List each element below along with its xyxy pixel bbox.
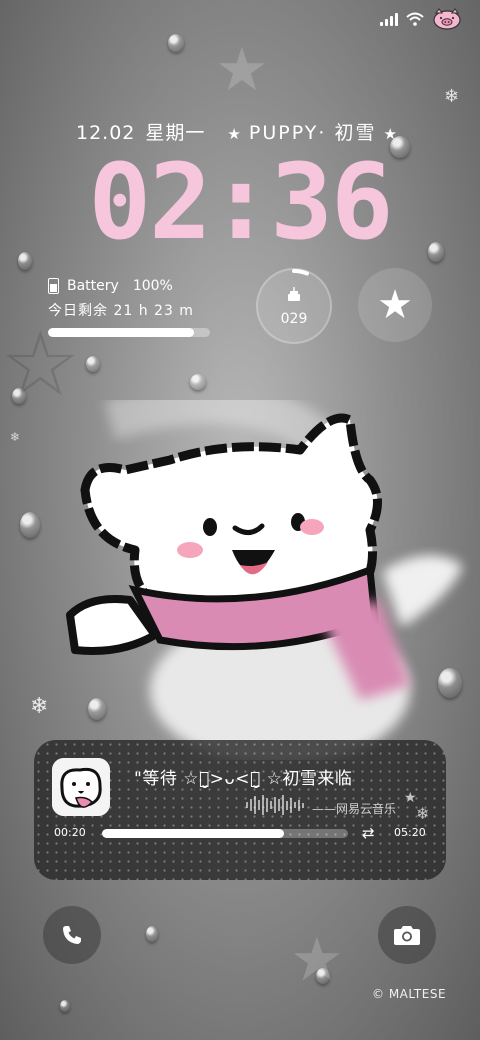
raindrop (190, 374, 206, 390)
battery-percent: 100% (132, 278, 173, 294)
raindrop (86, 356, 100, 372)
battery-progress-bar (48, 328, 210, 337)
snowflake-icon: ❄ (30, 694, 49, 719)
raindrop (12, 388, 26, 404)
album-cover[interactable] (52, 758, 110, 816)
raindrop (316, 968, 330, 984)
favorite-button[interactable]: ★ (358, 268, 432, 342)
song-title: "等待 ☆ꪔ̤̮>ᴗ<ꪔ̤̮ ☆初雪来临 (134, 769, 353, 789)
time-remaining: 今日剩余 21 h 23 m (48, 303, 194, 319)
raindrop (146, 926, 158, 942)
pig-avatar-icon (433, 8, 461, 30)
background-star-decoration: ★ (215, 35, 269, 105)
raindrop (20, 512, 40, 538)
watermark-text: © MALTESE (372, 987, 447, 1001)
signal-icon (380, 12, 398, 26)
camera-icon (394, 926, 420, 945)
status-bar (380, 8, 462, 30)
day-counter-widget[interactable]: 029 (256, 268, 332, 344)
phone-button[interactable] (43, 906, 101, 964)
snowflake-icon: ❄ (416, 804, 430, 823)
counter-ring (292, 268, 309, 276)
current-time: 00:20 (54, 826, 86, 839)
music-app-name: ——网易云音乐 (312, 802, 397, 816)
music-player-card[interactable]: "等待 ☆ꪔ̤̮>ᴗ<ꪔ̤̮ ☆初雪来临 ——网易云音乐 ★ ❄ 00:20 ⇄… (34, 740, 446, 880)
battery-icon (48, 278, 59, 294)
battery-label: Battery (67, 278, 119, 294)
loop-icon[interactable]: ⇄ (362, 824, 375, 842)
snowflake-icon: ❄ (10, 430, 21, 444)
snowflake-icon: ❄ (444, 86, 460, 107)
raindrop (60, 1000, 70, 1012)
playback-progress-bar[interactable] (102, 829, 348, 838)
camera-button[interactable] (378, 906, 436, 964)
star-icon: ★ (404, 790, 417, 806)
raindrop (168, 34, 184, 52)
dog-illustration (66, 400, 467, 760)
clock-time: 02:36 (88, 141, 393, 263)
raindrop (428, 242, 444, 262)
star-icon: ★ (377, 282, 413, 328)
audio-waveform-icon (246, 794, 304, 816)
total-time: 05:20 (394, 826, 426, 839)
battery-widget: Battery 100% 今日剩余 21 h 23 m (48, 278, 213, 337)
phone-icon (63, 926, 81, 944)
wifi-icon (406, 12, 424, 26)
raindrop (18, 252, 32, 270)
